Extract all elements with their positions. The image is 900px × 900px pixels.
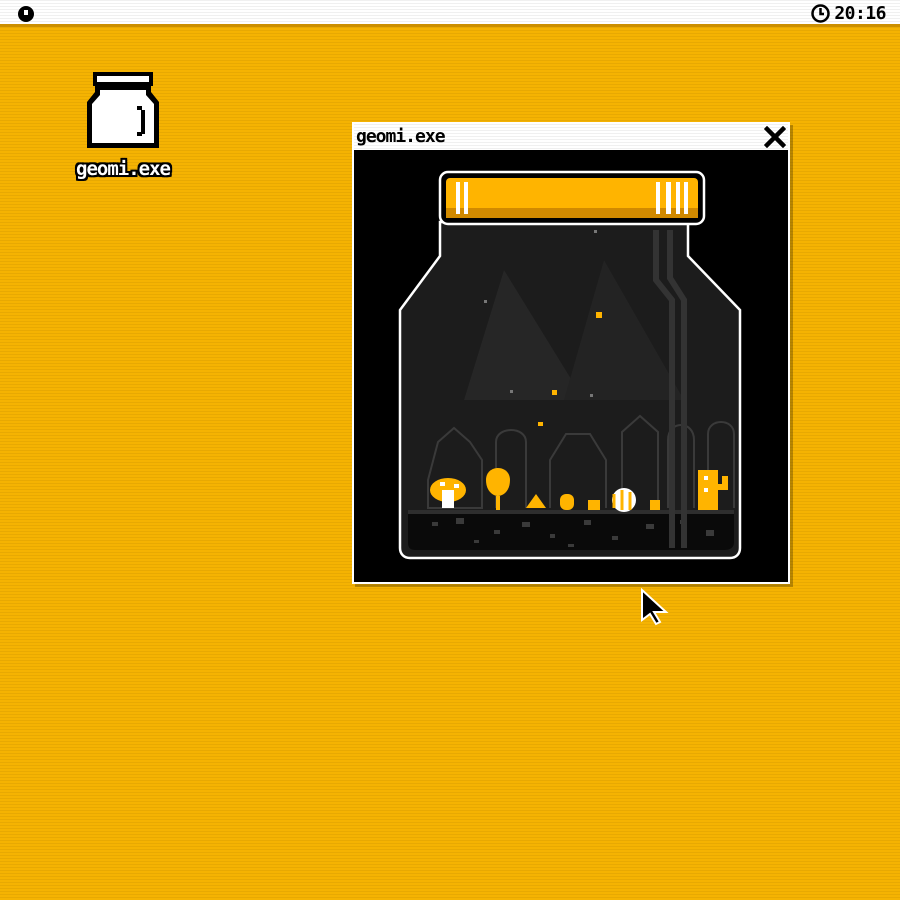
arrow-pointer-icon <box>641 587 669 626</box>
clock-time: 20:16 <box>834 3 886 24</box>
terrarium-view[interactable] <box>354 150 788 582</box>
menu-clock[interactable]: 20:16 <box>810 3 886 24</box>
window-titlebar[interactable]: geomi.exe <box>354 124 788 150</box>
geomi-logo-icon[interactable] <box>16 4 36 24</box>
jar-icon <box>87 72 159 148</box>
menu-bar: 20:16 <box>0 0 900 27</box>
geomi-window[interactable]: geomi.exe <box>352 122 790 584</box>
desktop-icon-label: geomi.exe <box>76 158 171 180</box>
window-title: geomi.exe <box>356 126 446 147</box>
close-button[interactable] <box>763 125 787 149</box>
mouse-cursor <box>640 587 670 626</box>
terrarium-jar-scene <box>398 170 742 560</box>
clock-icon <box>810 3 831 24</box>
desktop-icon-geomi[interactable]: geomi.exe <box>60 70 186 188</box>
close-x-icon <box>763 125 787 149</box>
